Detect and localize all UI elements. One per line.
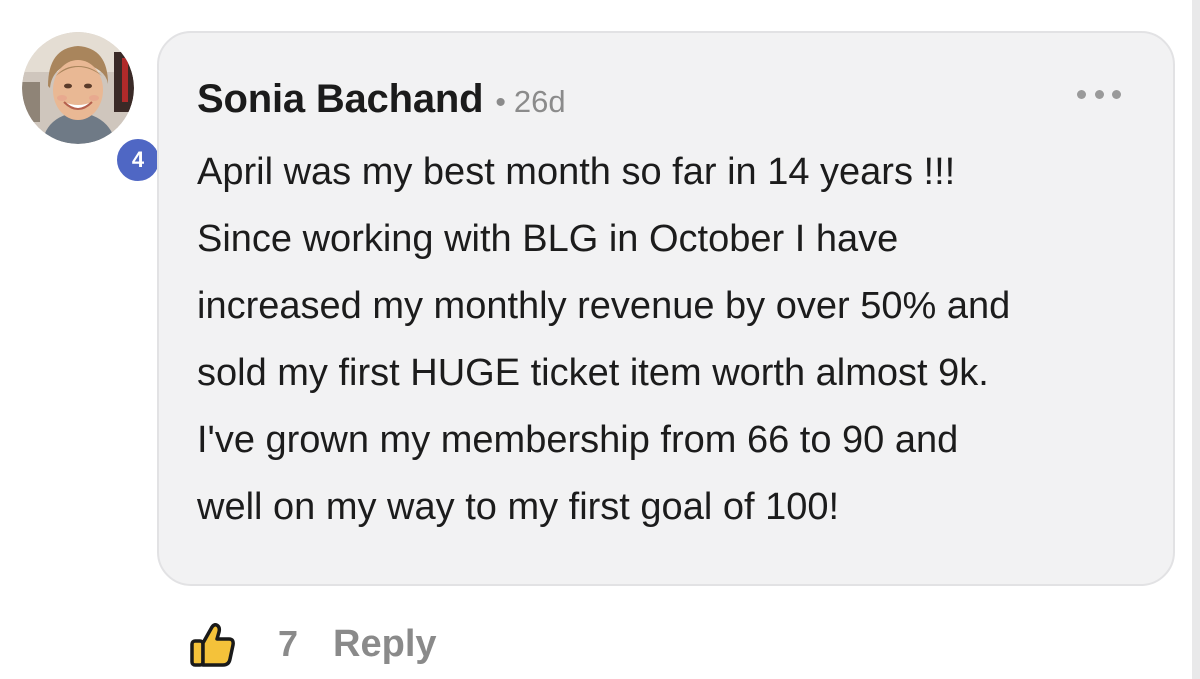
avatar-container[interactable]: 4	[22, 32, 162, 184]
comment-bubble: Sonia Bachand • 26d April was my best mo…	[157, 31, 1175, 586]
screen-edge	[1192, 0, 1200, 679]
avatar[interactable]	[22, 32, 134, 144]
like-button[interactable]	[186, 617, 240, 671]
comment-body-line: increased my monthly revenue by over 50%…	[197, 285, 1011, 327]
author-name[interactable]: Sonia Bachand	[197, 77, 484, 122]
comment-body-line: sold my first HUGE ticket item worth alm…	[197, 352, 989, 394]
more-dot	[1077, 89, 1086, 99]
comment-body-line: well on my way to my first goal of 100!	[197, 486, 840, 528]
comment-body-line: Since working with BLG in October I have	[197, 218, 899, 260]
header-separator: •	[495, 86, 506, 119]
level-badge: 4	[114, 136, 162, 184]
comment-header: Sonia Bachand • 26d	[197, 77, 566, 122]
more-dot	[1112, 89, 1121, 99]
comment-actions: 7 Reply	[186, 616, 437, 672]
comment-body-line: I've grown my membership from 66 to 90 a…	[197, 419, 959, 461]
more-dot	[1094, 89, 1104, 99]
reply-button[interactable]: Reply	[333, 623, 436, 666]
comment-age: 26d	[513, 84, 566, 119]
like-count: 7	[278, 623, 299, 664]
comment-body-line: April was my best month so far in 14 yea…	[197, 151, 956, 193]
thumbs-up-icon	[190, 622, 235, 667]
more-options-button[interactable]	[1077, 81, 1121, 107]
comment-body: April was my best month so far in 14 yea…	[197, 139, 1157, 541]
